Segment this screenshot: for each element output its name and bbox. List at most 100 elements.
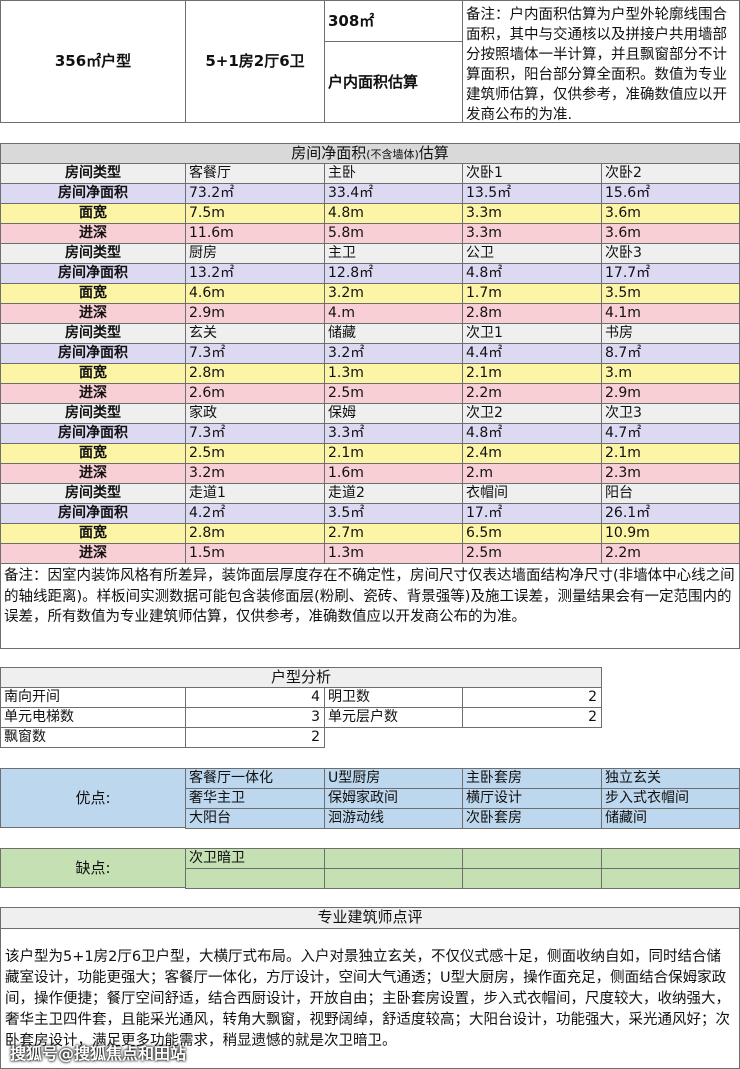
pro-item: 独立玄关 bbox=[601, 768, 740, 789]
room-area: 33.4㎡ bbox=[324, 183, 463, 204]
row-label-depth: 进深 bbox=[0, 223, 186, 244]
room-width: 3.5m bbox=[601, 283, 740, 304]
analysis-title: 户型分析 bbox=[0, 667, 602, 688]
room-depth: 2.2m bbox=[462, 383, 602, 404]
room-depth: 2.9m bbox=[185, 303, 325, 324]
room-width: 3.3m bbox=[462, 203, 602, 224]
row-label-width: 面宽 bbox=[0, 363, 186, 384]
room-name: 书房 bbox=[601, 323, 740, 344]
room-area: 13.5㎡ bbox=[462, 183, 602, 204]
room-width: 4.8m bbox=[324, 203, 463, 224]
room-width: 1.3m bbox=[324, 363, 463, 384]
rooms-note: 备注：因室内装饰风格有所差异，装饰面层厚度存在不确定性，房间尺寸仅表达墙面结构净… bbox=[0, 563, 740, 649]
area-type-cell: 356㎡户型 bbox=[0, 0, 186, 123]
room-area: 26.1㎡ bbox=[601, 503, 740, 524]
row-label-area: 房间净面积 bbox=[0, 343, 186, 364]
header-note: 备注：户内面积估算为户型外轮廓线围合面积，其中与交通核以及拼接户共用墙部分按照墙… bbox=[462, 0, 740, 123]
row-label-depth: 进深 bbox=[0, 383, 186, 404]
room-width: 2.1m bbox=[324, 443, 463, 464]
area-label-cell: 户内面积估算 bbox=[324, 41, 463, 123]
room-area: 7.3㎡ bbox=[185, 423, 325, 444]
room-depth: 2.6m bbox=[185, 383, 325, 404]
row-label-type: 房间类型 bbox=[0, 243, 186, 264]
row-label-type: 房间类型 bbox=[0, 163, 186, 184]
room-name: 次卫3 bbox=[601, 403, 740, 424]
room-depth: 2.m bbox=[462, 463, 602, 484]
room-name: 玄关 bbox=[185, 323, 325, 344]
con-item bbox=[185, 868, 325, 889]
room-name: 主卧 bbox=[324, 163, 463, 184]
room-name: 保姆 bbox=[324, 403, 463, 424]
room-area: 4.7㎡ bbox=[601, 423, 740, 444]
room-depth: 3.2m bbox=[185, 463, 325, 484]
pro-item: 大阳台 bbox=[185, 808, 325, 829]
room-depth: 1.5m bbox=[185, 543, 325, 564]
rooms-title-tail: 估算 bbox=[418, 144, 449, 162]
room-area: 8.7㎡ bbox=[601, 343, 740, 364]
layout-cell: 5+1房2厅6卫 bbox=[185, 0, 325, 123]
con-item bbox=[324, 848, 463, 869]
room-width: 2.1m bbox=[601, 443, 740, 464]
room-area: 13.2㎡ bbox=[185, 263, 325, 284]
room-name: 厨房 bbox=[185, 243, 325, 264]
pro-item: 主卧套房 bbox=[462, 768, 602, 789]
room-name: 客餐厅 bbox=[185, 163, 325, 184]
row-label-width: 面宽 bbox=[0, 283, 186, 304]
room-width: 2.5m bbox=[185, 443, 325, 464]
row-label-area: 房间净面积 bbox=[0, 183, 186, 204]
analysis-value: 2 bbox=[462, 687, 602, 708]
row-label-area: 房间净面积 bbox=[0, 263, 186, 284]
room-name: 家政 bbox=[185, 403, 325, 424]
room-depth: 2.5m bbox=[324, 383, 463, 404]
room-name: 衣帽间 bbox=[462, 483, 602, 504]
room-area: 3.5㎡ bbox=[324, 503, 463, 524]
analysis-value: 4 bbox=[185, 687, 325, 708]
room-width: 2.4m bbox=[462, 443, 602, 464]
room-name: 走道1 bbox=[185, 483, 325, 504]
room-depth: 11.6m bbox=[185, 223, 325, 244]
row-label-area: 房间净面积 bbox=[0, 503, 186, 524]
con-item: 次卫暗卫 bbox=[185, 848, 325, 869]
row-label-type: 房间类型 bbox=[0, 403, 186, 424]
con-item bbox=[324, 868, 463, 889]
rooms-title-main: 房间净面积 bbox=[291, 144, 367, 162]
row-label-type: 房间类型 bbox=[0, 323, 186, 344]
room-width: 3.6m bbox=[601, 203, 740, 224]
pro-item: U型厨房 bbox=[324, 768, 463, 789]
room-width: 3.m bbox=[601, 363, 740, 384]
room-area: 12.8㎡ bbox=[324, 263, 463, 284]
room-name: 公卫 bbox=[462, 243, 602, 264]
room-width: 2.8m bbox=[185, 523, 325, 544]
analysis-key: 南向开间 bbox=[0, 687, 186, 708]
pro-item: 横厅设计 bbox=[462, 788, 602, 809]
room-depth: 3.6m bbox=[601, 223, 740, 244]
room-depth: 4.1m bbox=[601, 303, 740, 324]
analysis-key: 单元层户数 bbox=[324, 707, 463, 728]
area-value-cell: 308㎡ bbox=[324, 0, 463, 42]
room-width: 2.8m bbox=[185, 363, 325, 384]
con-item bbox=[601, 848, 740, 869]
room-area: 17.7㎡ bbox=[601, 263, 740, 284]
pro-item: 保姆家政间 bbox=[324, 788, 463, 809]
con-item bbox=[462, 848, 602, 869]
room-name: 次卧2 bbox=[601, 163, 740, 184]
room-width: 7.5m bbox=[185, 203, 325, 224]
room-area: 3.3㎡ bbox=[324, 423, 463, 444]
analysis-key: 飘窗数 bbox=[0, 727, 186, 748]
pro-item: 储藏间 bbox=[601, 808, 740, 829]
room-width: 10.9m bbox=[601, 523, 740, 544]
room-name: 次卧1 bbox=[462, 163, 602, 184]
room-area: 73.2㎡ bbox=[185, 183, 325, 204]
review-title: 专业建筑师点评 bbox=[0, 907, 740, 929]
room-area: 4.8㎡ bbox=[462, 423, 602, 444]
analysis-key: 单元电梯数 bbox=[0, 707, 186, 728]
pro-item: 洄游动线 bbox=[324, 808, 463, 829]
pros-label: 优点: bbox=[0, 768, 186, 828]
room-area: 4.8㎡ bbox=[462, 263, 602, 284]
room-width: 2.7m bbox=[324, 523, 463, 544]
con-item bbox=[601, 868, 740, 889]
row-label-width: 面宽 bbox=[0, 523, 186, 544]
rooms-title-small: (不含墙体) bbox=[366, 148, 419, 161]
room-width: 3.2m bbox=[324, 283, 463, 304]
room-name: 次卫1 bbox=[462, 323, 602, 344]
